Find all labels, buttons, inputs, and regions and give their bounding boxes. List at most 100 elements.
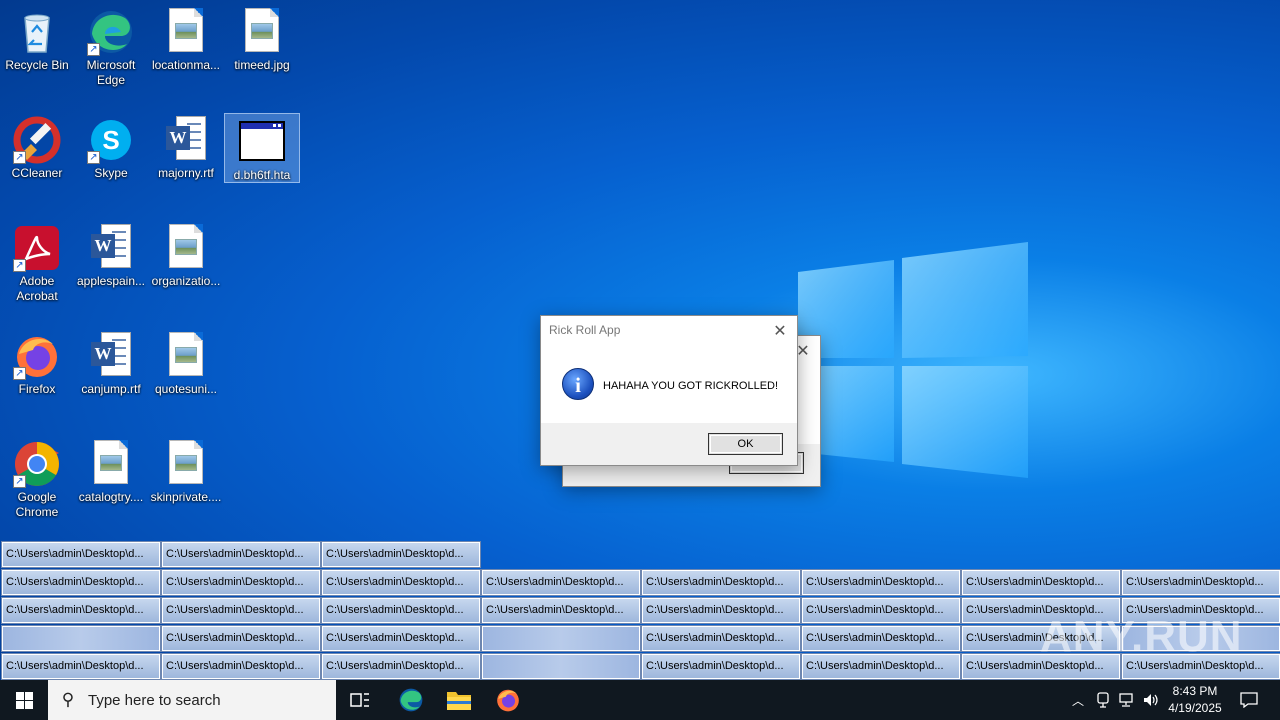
desktop-icon-quotesuni[interactable]: quotesuni... [149, 328, 223, 397]
desktop-icon-catalogtry[interactable]: catalogtry.... [74, 436, 148, 505]
taskbar-firefox-button[interactable] [486, 680, 530, 720]
dialog-message: HAHAHA YOU GOT RICKROLLED! [603, 380, 779, 392]
minimized-window-bar[interactable]: C:\Users\admin\Desktop\d... [321, 569, 481, 596]
desktop-icon-recycle-bin[interactable]: Recycle Bin [0, 4, 74, 73]
desktop-icon-majorny[interactable]: W majorny.rtf [149, 112, 223, 181]
minimized-window-bar[interactable] [481, 625, 641, 652]
edge-icon [399, 688, 423, 712]
word-document-icon: W [87, 332, 135, 380]
minimized-window-bar[interactable]: C:\Users\admin\Desktop\d... [321, 653, 481, 680]
skype-icon: S ↗ [87, 116, 135, 164]
desktop-icon-canjump[interactable]: W canjump.rtf [74, 328, 148, 397]
desktop-icon-organizatio[interactable]: organizatio... [149, 220, 223, 289]
start-button[interactable] [0, 680, 48, 720]
minimized-window-bar[interactable]: C:\Users\admin\Desktop\d... [641, 569, 801, 596]
notifications-button[interactable] [1234, 680, 1264, 720]
minimized-window-bar[interactable]: C:\Users\admin\Desktop\d... [641, 625, 801, 652]
minimized-window-bar[interactable]: C:\Users\admin\Desktop\d... [161, 569, 321, 596]
task-view-button[interactable] [338, 680, 382, 720]
minimized-window-bar[interactable] [1, 625, 161, 652]
minimized-window-title: C:\Users\admin\Desktop\d... [806, 604, 944, 616]
minimized-window-bar[interactable]: C:\Users\admin\Desktop\d... [801, 569, 961, 596]
desktop-icon-label: applespain... [76, 274, 146, 288]
clock-time: 8:43 PM [1172, 684, 1218, 698]
dialog-footer: OK [541, 423, 797, 465]
minimized-window-bar[interactable]: C:\Users\admin\Desktop\d... [1121, 569, 1280, 596]
info-icon: i [562, 368, 594, 400]
minimized-window-bar[interactable]: C:\Users\admin\Desktop\d... [961, 569, 1121, 596]
minimized-window-title: C:\Users\admin\Desktop\d... [646, 604, 784, 616]
ok-button[interactable]: OK [708, 433, 783, 455]
windows-wallpaper-logo [798, 242, 1028, 478]
minimized-window-bar[interactable]: C:\Users\admin\Desktop\d... [481, 569, 641, 596]
desktop-icon-microsoft-edge[interactable]: ↗ Microsoft Edge [74, 4, 148, 88]
desktop-icon-adobe-acrobat[interactable]: ↗ Adobe Acrobat [0, 220, 74, 304]
minimized-window-bar[interactable] [481, 653, 641, 680]
anyrun-watermark: ANY.RUN [1040, 612, 1243, 661]
show-hidden-icons-button[interactable]: ︿ [1068, 680, 1088, 720]
minimized-window-bar[interactable]: C:\Users\admin\Desktop\d... [641, 653, 801, 680]
shortcut-arrow-icon: ↗ [13, 151, 26, 164]
taskbar-edge-button[interactable] [389, 680, 433, 720]
desktop-icon-label: locationma... [151, 58, 221, 72]
minimized-window-title: C:\Users\admin\Desktop\d... [166, 632, 304, 644]
minimized-window-title: C:\Users\admin\Desktop\d... [486, 576, 624, 588]
ccleaner-icon: ↗ [13, 116, 61, 164]
minimized-window-bar[interactable]: C:\Users\admin\Desktop\d... [1, 569, 161, 596]
desktop-icon-label: catalogtry.... [78, 490, 144, 504]
image-file-icon [162, 224, 210, 272]
minimized-window-bar[interactable]: C:\Users\admin\Desktop\d... [801, 625, 961, 652]
minimized-window-bar[interactable]: C:\Users\admin\Desktop\d... [1, 541, 161, 568]
minimized-window-title: C:\Users\admin\Desktop\d... [6, 576, 144, 588]
desktop-icon-locationma[interactable]: locationma... [149, 4, 223, 73]
minimized-window-bar[interactable]: C:\Users\admin\Desktop\d... [161, 597, 321, 624]
dialog-titlebar[interactable]: Rick Roll App ✕ [541, 316, 797, 346]
tray-device-icon[interactable] [1092, 680, 1114, 720]
minimized-window-title: C:\Users\admin\Desktop\d... [6, 660, 144, 672]
shortcut-arrow-icon: ↗ [13, 475, 26, 488]
minimized-window-bar[interactable]: C:\Users\admin\Desktop\d... [1, 597, 161, 624]
minimized-window-bar[interactable]: C:\Users\admin\Desktop\d... [161, 541, 321, 568]
desktop-icon-hta-file[interactable]: d.bh6tf.hta [224, 113, 300, 183]
volume-control[interactable] [1140, 680, 1162, 720]
desktop-icon-google-chrome[interactable]: ↗ Google Chrome [0, 436, 74, 520]
recycle-bin-icon [13, 8, 61, 56]
taskbar-clock[interactable]: 8:43 PM 4/19/2025 [1160, 683, 1230, 717]
minimized-window-bar[interactable]: C:\Users\admin\Desktop\d... [481, 597, 641, 624]
minimized-window-title: C:\Users\admin\Desktop\d... [806, 660, 944, 672]
desktop-icon-ccleaner[interactable]: ↗ CCleaner [0, 112, 74, 181]
chrome-icon: ↗ [13, 440, 61, 488]
minimized-window-bar[interactable]: C:\Users\admin\Desktop\d... [801, 653, 961, 680]
taskbar-file-explorer-button[interactable] [437, 680, 481, 720]
shortcut-arrow-icon: ↗ [13, 259, 26, 272]
minimized-window-title: C:\Users\admin\Desktop\d... [806, 576, 944, 588]
minimized-window-bar[interactable]: C:\Users\admin\Desktop\d... [641, 597, 801, 624]
minimized-window-bar[interactable]: C:\Users\admin\Desktop\d... [321, 597, 481, 624]
taskbar-search-box[interactable]: ⚲ Type here to search [48, 680, 336, 720]
minimized-window-title: C:\Users\admin\Desktop\d... [166, 604, 304, 616]
desktop-icon-timeed[interactable]: timeed.jpg [225, 4, 299, 73]
desktop-icon-label: quotesuni... [154, 382, 218, 396]
minimized-window-title: C:\Users\admin\Desktop\d... [326, 604, 464, 616]
minimized-window-bar[interactable]: C:\Users\admin\Desktop\d... [321, 625, 481, 652]
minimized-window-title: C:\Users\admin\Desktop\d... [326, 660, 464, 672]
desktop-icon-skype[interactable]: S ↗ Skype [74, 112, 148, 181]
minimized-window-title: C:\Users\admin\Desktop\d... [166, 576, 304, 588]
minimized-window-bar[interactable]: C:\Users\admin\Desktop\d... [161, 625, 321, 652]
image-file-icon [87, 440, 135, 488]
minimized-window-bar[interactable]: C:\Users\admin\Desktop\d... [801, 597, 961, 624]
network-status[interactable] [1116, 680, 1138, 720]
minimized-window-bar[interactable]: C:\Users\admin\Desktop\d... [1, 653, 161, 680]
image-file-icon [162, 440, 210, 488]
desktop-icon-applespain[interactable]: W applespain... [74, 220, 148, 289]
image-file-icon [238, 8, 286, 56]
desktop-icon-label: d.bh6tf.hta [233, 168, 291, 182]
edge-icon: ↗ [87, 8, 135, 56]
close-icon[interactable]: ✕ [771, 321, 789, 341]
minimized-window-bar[interactable]: C:\Users\admin\Desktop\d... [321, 541, 481, 568]
message-box[interactable]: Rick Roll App ✕ i HAHAHA YOU GOT RICKROL… [540, 315, 798, 466]
desktop-icon-firefox[interactable]: ↗ Firefox [0, 328, 74, 397]
desktop-icon-label: timeed.jpg [234, 58, 290, 72]
desktop-icon-skinprivate[interactable]: skinprivate.... [149, 436, 223, 505]
minimized-window-bar[interactable]: C:\Users\admin\Desktop\d... [161, 653, 321, 680]
